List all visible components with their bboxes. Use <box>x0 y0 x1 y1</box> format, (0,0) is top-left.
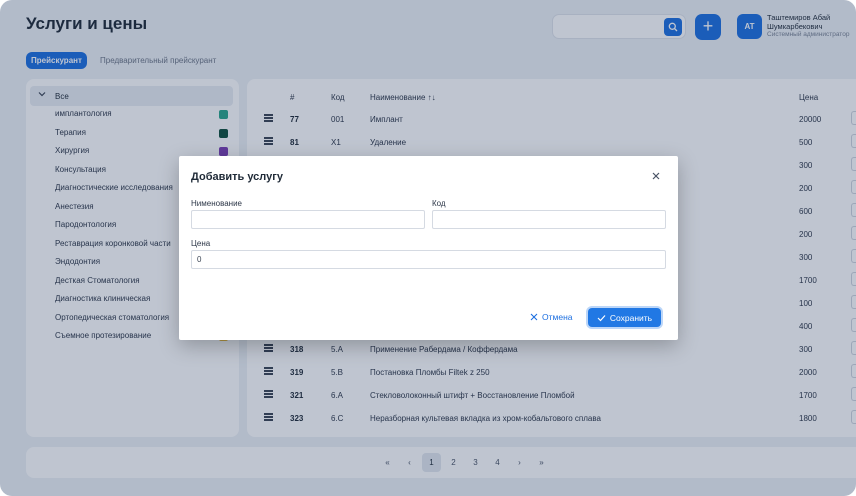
close-icon <box>530 313 538 321</box>
cancel-button[interactable]: Отмена <box>530 312 573 322</box>
name-field[interactable] <box>191 210 425 229</box>
dialog-title: Добавить услугу <box>191 171 283 183</box>
add-service-dialog: Добавить услугу Нименование Код Цена Отм… <box>179 156 678 340</box>
save-label: Сохранить <box>609 312 653 323</box>
check-icon <box>597 314 606 321</box>
name-field-label: Нименование <box>191 199 243 208</box>
price-field-label: Цена <box>191 239 211 248</box>
save-button[interactable]: Сохранить <box>588 308 661 327</box>
app-window: Услуги и цены + AT Таштемиров Абай Шумка… <box>0 0 856 496</box>
code-field-label: Код <box>432 199 446 208</box>
close-icon[interactable] <box>650 170 662 182</box>
cancel-label: Отмена <box>542 312 573 322</box>
code-field[interactable] <box>432 210 666 229</box>
price-field[interactable] <box>191 250 666 269</box>
